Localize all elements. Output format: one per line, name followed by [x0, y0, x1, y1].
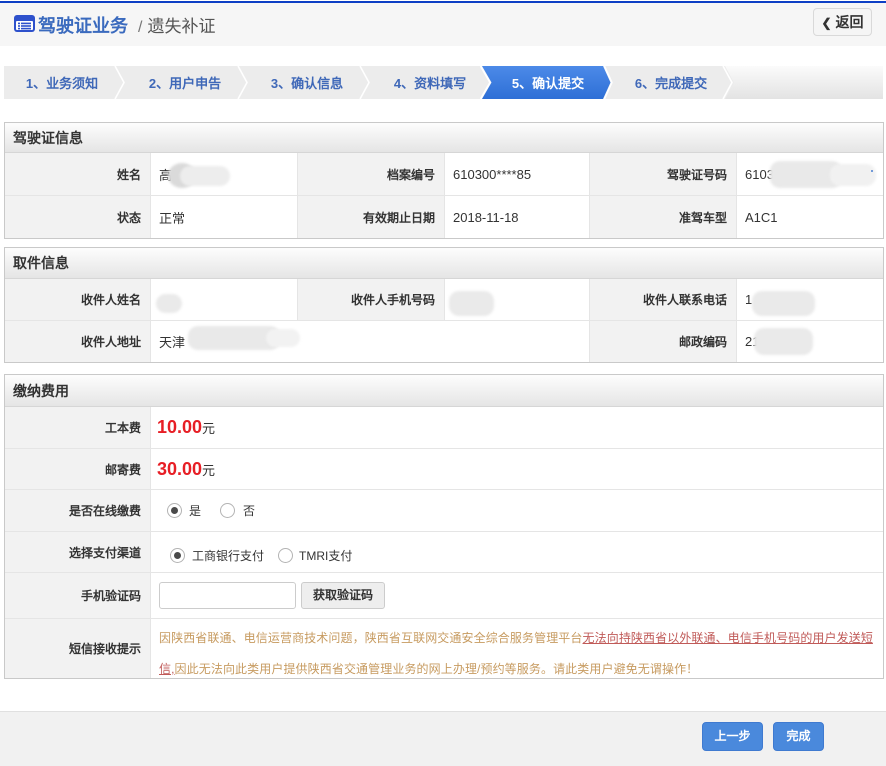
svg-text:6、完成提交: 6、完成提交 — [635, 76, 707, 91]
svg-text:1、业务须知: 1、业务须知 — [26, 76, 98, 91]
svg-text:4、资料填写: 4、资料填写 — [394, 76, 466, 91]
svg-text:3、确认信息: 3、确认信息 — [271, 76, 343, 91]
svg-text:2、用户申告: 2、用户申告 — [149, 76, 221, 91]
svg-text:5、确认提交: 5、确认提交 — [512, 76, 584, 91]
